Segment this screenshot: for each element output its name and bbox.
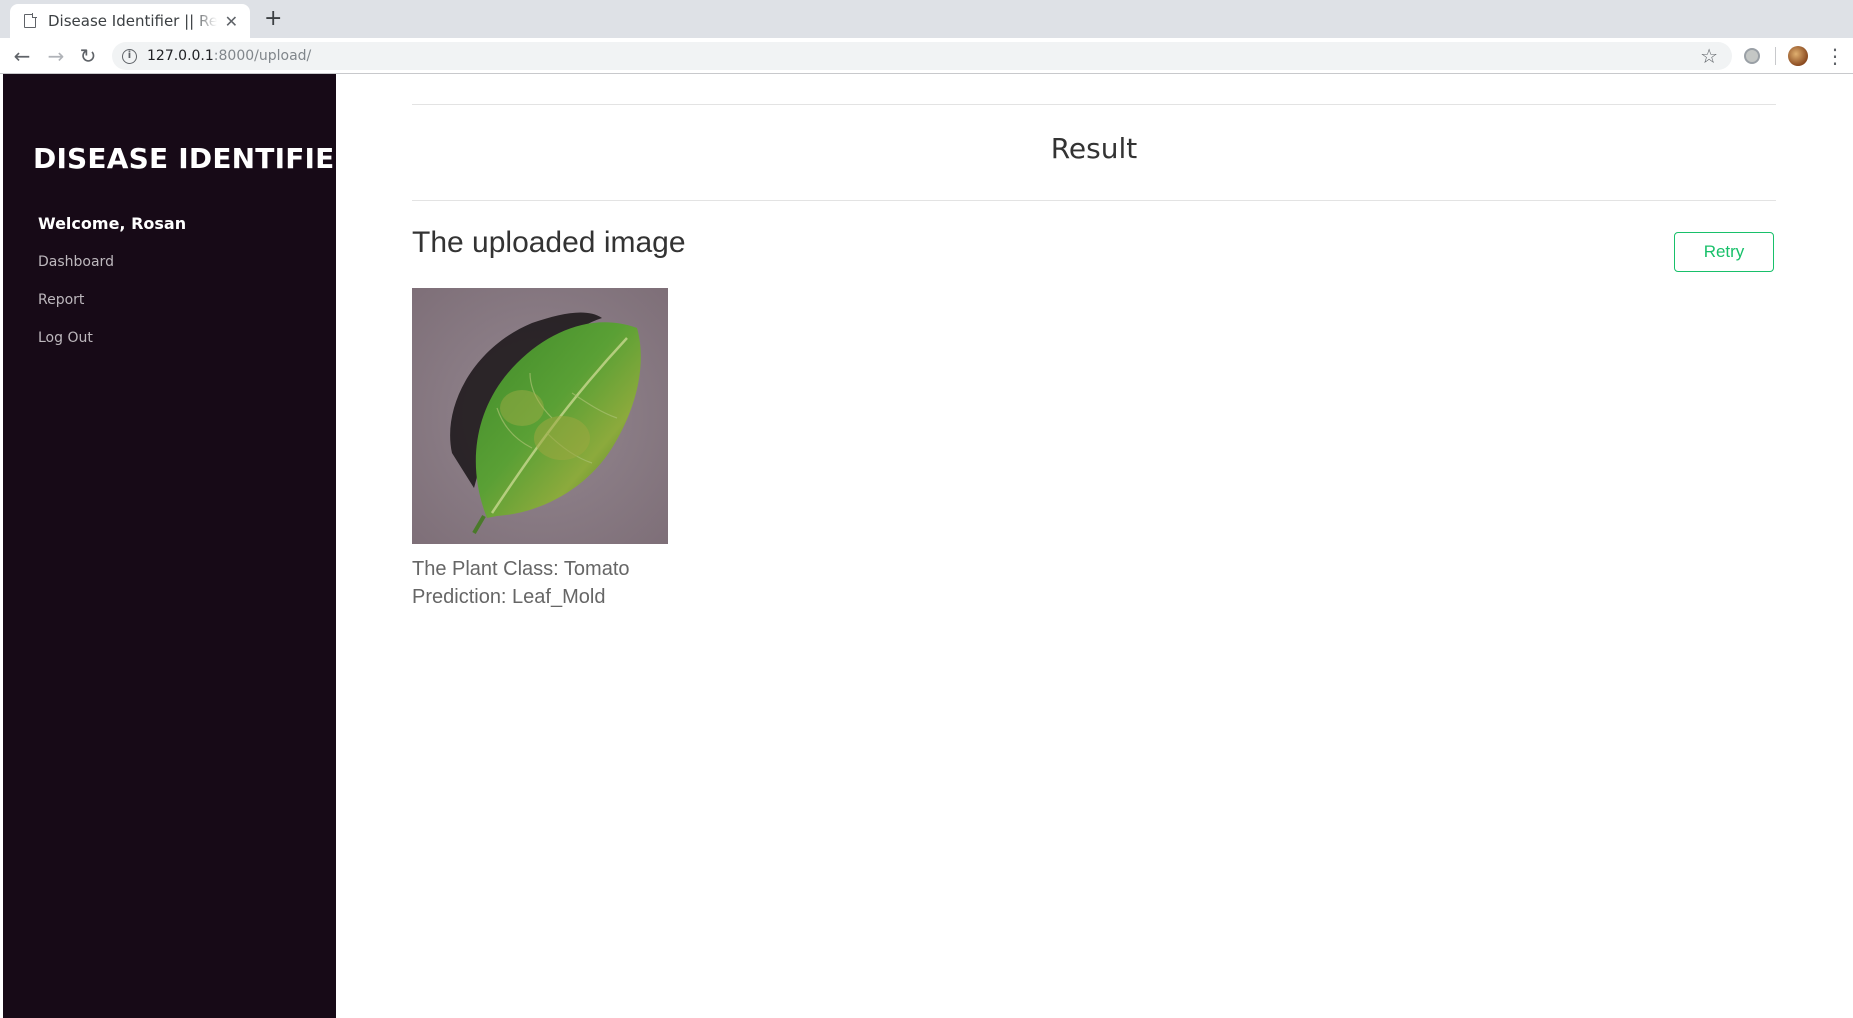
back-icon[interactable]: ← [10, 44, 34, 68]
uploaded-leaf-image [412, 288, 668, 544]
menu-icon[interactable]: ⋮ [1825, 44, 1845, 68]
browser-toolbar: ← → ↻ i 127.0.0.1:8000/upload/ ☆ ⋮ [0, 38, 1853, 74]
address-bar[interactable]: i 127.0.0.1:8000/upload/ ☆ [112, 42, 1732, 70]
profile-icon[interactable] [1788, 46, 1808, 66]
reload-icon[interactable]: ↻ [76, 44, 100, 68]
uploaded-image-heading: The uploaded image [412, 226, 686, 259]
document-icon [24, 13, 37, 28]
page-title: Result [1050, 132, 1138, 165]
title-divider [412, 200, 1776, 201]
brand-title: DISEASE IDENTIFIER [33, 142, 357, 175]
top-divider [412, 104, 1776, 105]
extension-icon[interactable] [1744, 48, 1760, 64]
toolbar-divider [1775, 47, 1776, 65]
sidebar-item-dashboard[interactable]: Dashboard [38, 254, 114, 270]
info-icon[interactable]: i [122, 48, 137, 64]
url-host: 127.0.0.1 [147, 48, 214, 64]
plant-class-text: The Plant Class: Tomato [412, 558, 630, 580]
plus-icon[interactable]: + [264, 6, 282, 31]
retry-button[interactable]: Retry [1674, 232, 1774, 272]
page: DISEASE IDENTIFIER Welcome, Rosan Dashbo… [0, 74, 1853, 1018]
sidebar-item-logout[interactable]: Log Out [38, 330, 93, 346]
star-icon[interactable]: ☆ [1700, 44, 1718, 68]
browser-tab[interactable]: Disease Identifier || Result ✕ [10, 4, 250, 38]
sidebar: DISEASE IDENTIFIER Welcome, Rosan Dashbo… [3, 74, 356, 1018]
leaf-image [412, 288, 668, 544]
tab-title: Disease Identifier || Result [48, 12, 217, 30]
sidebar-item-report[interactable]: Report [38, 292, 84, 308]
welcome-text: Welcome, Rosan [38, 214, 187, 233]
close-icon[interactable]: ✕ [225, 12, 238, 31]
main-content: Result The uploaded image Retry The Plan… [336, 74, 1853, 1018]
forward-icon[interactable]: → [44, 44, 68, 68]
browser-tabstrip: Disease Identifier || Result ✕ + [0, 0, 1853, 38]
prediction-text: Prediction: Leaf_Mold [412, 586, 606, 608]
url-path: :8000/upload/ [213, 48, 312, 64]
